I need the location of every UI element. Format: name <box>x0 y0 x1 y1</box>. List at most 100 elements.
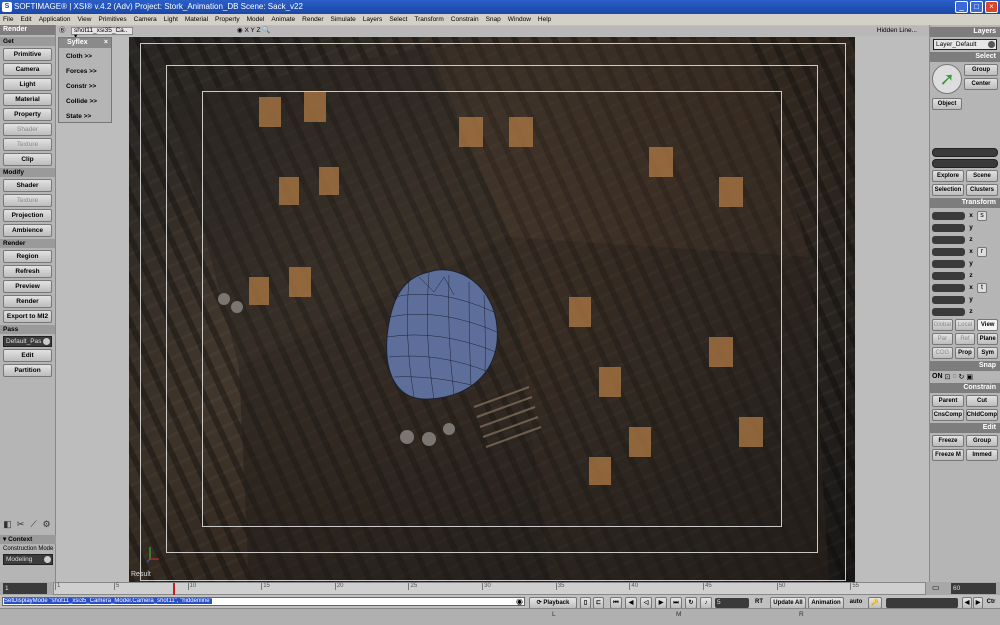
minimize-button[interactable]: _ <box>955 1 968 13</box>
menu-light[interactable]: Light <box>164 14 178 25</box>
display-mode-select[interactable]: Hidden Line... <box>877 26 917 36</box>
constrain-header[interactable]: Constrain <box>930 383 1000 393</box>
syflex-constr-button[interactable]: Constr >> <box>62 81 108 93</box>
menu-constrain[interactable]: Constrain <box>451 14 479 25</box>
scene-button[interactable]: Scene <box>966 170 998 182</box>
snap-curve-icon[interactable]: ↻ <box>959 373 965 381</box>
menu-primitives[interactable]: Primitives <box>98 14 126 25</box>
command-line[interactable]: SetDisplayMode "shot11_xsi35_Camera_Mode… <box>2 597 525 606</box>
get-light-button[interactable]: Light <box>3 78 52 91</box>
export-mi2-button[interactable]: Export to MI2 <box>3 310 52 323</box>
freeze-button[interactable]: Freeze <box>932 435 964 447</box>
rotate-y-field[interactable] <box>932 259 965 268</box>
get-camera-button[interactable]: Camera <box>3 63 52 76</box>
axis-label-z[interactable]: z <box>967 308 975 315</box>
viewport-letter-icon[interactable]: Ⓑ <box>59 26 66 36</box>
view-button[interactable]: View <box>977 319 999 331</box>
tools-icon[interactable]: ⚙ <box>41 519 52 530</box>
menu-transform[interactable]: Transform <box>414 14 443 25</box>
get-property-button[interactable]: Property <box>3 108 52 121</box>
syflex-cloth-button[interactable]: Cloth >> <box>62 51 108 63</box>
cnscomp-button[interactable]: CnsComp <box>932 409 964 421</box>
menu-simulate[interactable]: Simulate <box>331 14 356 25</box>
close-button[interactable]: × <box>985 1 998 13</box>
get-shader-button[interactable]: Shader <box>3 123 52 136</box>
selection-field-2[interactable] <box>932 159 998 168</box>
modify-projection-button[interactable]: Projection <box>3 209 52 222</box>
menu-window[interactable]: Window <box>508 14 531 25</box>
parent-button[interactable]: Parent <box>932 395 964 407</box>
current-frame-field[interactable]: 5 <box>715 598 749 608</box>
playhead[interactable] <box>172 583 175 595</box>
get-primitive-button[interactable]: Primitive <box>3 48 52 61</box>
command-history-icon[interactable]: ◉ <box>516 597 523 606</box>
object-filter-button[interactable]: Object <box>932 98 962 110</box>
camera-select[interactable]: shot11_xsi35_Ca.. ▾ <box>71 27 133 40</box>
menu-select[interactable]: Select <box>389 14 407 25</box>
menu-view[interactable]: View <box>78 14 92 25</box>
modify-texture-button[interactable]: Texture <box>3 194 52 207</box>
cog-button[interactable]: COG <box>932 347 953 359</box>
maximize-button[interactable]: □ <box>970 1 983 13</box>
modify-ambience-button[interactable]: Ambience <box>3 224 52 237</box>
render-refresh-button[interactable]: Refresh <box>3 265 52 278</box>
camera-viewport[interactable] <box>129 37 855 582</box>
menu-snap[interactable]: Snap <box>486 14 501 25</box>
scale-y-field[interactable] <box>932 223 965 232</box>
snap-surface-icon[interactable]: ▣ <box>966 373 973 381</box>
timeline-start-field[interactable]: 1 <box>3 583 47 594</box>
brush-icon[interactable]: ⟋ <box>28 519 39 530</box>
rotate-icon[interactable]: r <box>977 246 987 257</box>
syflex-collide-button[interactable]: Collide >> <box>62 96 108 108</box>
select-center-button[interactable]: Center <box>964 78 998 90</box>
get-clip-button[interactable]: Clip <box>3 153 52 166</box>
timeline-end-field[interactable]: 60 <box>951 583 996 594</box>
par-button[interactable]: Par <box>932 333 953 345</box>
translate-y-field[interactable] <box>932 295 965 304</box>
axis-label-y[interactable]: y <box>967 296 975 303</box>
transform-header[interactable]: Transform <box>930 198 1000 208</box>
freeze-m-button[interactable]: Freeze M <box>932 449 964 461</box>
sym-button[interactable]: Sym <box>977 347 999 359</box>
snap-on-toggle[interactable]: ON <box>932 373 943 381</box>
edit-header[interactable]: Edit <box>930 423 1000 433</box>
axis-label-z[interactable]: z <box>967 272 975 279</box>
scale-z-field[interactable] <box>932 235 965 244</box>
axis-label-y[interactable]: y <box>967 260 975 267</box>
snap-point-icon[interactable]: ◌ <box>952 373 956 381</box>
menu-layers[interactable]: Layers <box>363 14 383 25</box>
prop-button[interactable]: Prop <box>954 347 976 359</box>
view-icons[interactable]: ◉ X Y Z 🔍 <box>237 26 270 36</box>
menu-help[interactable]: Help <box>538 14 551 25</box>
select-header[interactable]: Select <box>930 52 1000 62</box>
menu-render[interactable]: Render <box>302 14 323 25</box>
toolbar-title[interactable]: Render <box>0 25 55 35</box>
pass-select[interactable]: Default_Pas <box>3 336 52 347</box>
range-icon[interactable]: ▭ <box>932 583 940 592</box>
immed-button[interactable]: Immed <box>966 449 998 461</box>
layer-select[interactable]: Layer_Default <box>933 39 997 50</box>
snap-grid-icon[interactable]: ⊡ <box>945 373 951 381</box>
menu-property[interactable]: Property <box>215 14 240 25</box>
scissors-icon[interactable]: ✂ <box>15 519 26 530</box>
scale-x-field[interactable] <box>932 211 965 220</box>
group-button[interactable]: Group <box>966 435 998 447</box>
key-status-field[interactable] <box>886 598 958 608</box>
translate-z-field[interactable] <box>932 307 965 316</box>
rotate-x-field[interactable] <box>932 247 965 256</box>
axis-label-x[interactable]: x <box>967 212 975 219</box>
render-region-button[interactable]: Region <box>3 250 52 263</box>
syflex-forces-button[interactable]: Forces >> <box>62 66 108 78</box>
pass-edit-button[interactable]: Edit <box>3 349 52 362</box>
menu-application[interactable]: Application <box>39 14 71 25</box>
menu-camera[interactable]: Camera <box>134 14 157 25</box>
axis-label-y[interactable]: y <box>967 224 975 231</box>
pass-partition-button[interactable]: Partition <box>3 364 52 377</box>
translate-x-field[interactable] <box>932 283 965 292</box>
axis-label-x[interactable]: x <box>967 248 975 255</box>
close-icon[interactable]: × <box>104 38 108 48</box>
axis-label-x[interactable]: x <box>967 284 975 291</box>
menu-file[interactable]: File <box>3 14 13 25</box>
clusters-button[interactable]: Clusters <box>966 184 998 196</box>
selection-field-1[interactable] <box>932 148 998 157</box>
